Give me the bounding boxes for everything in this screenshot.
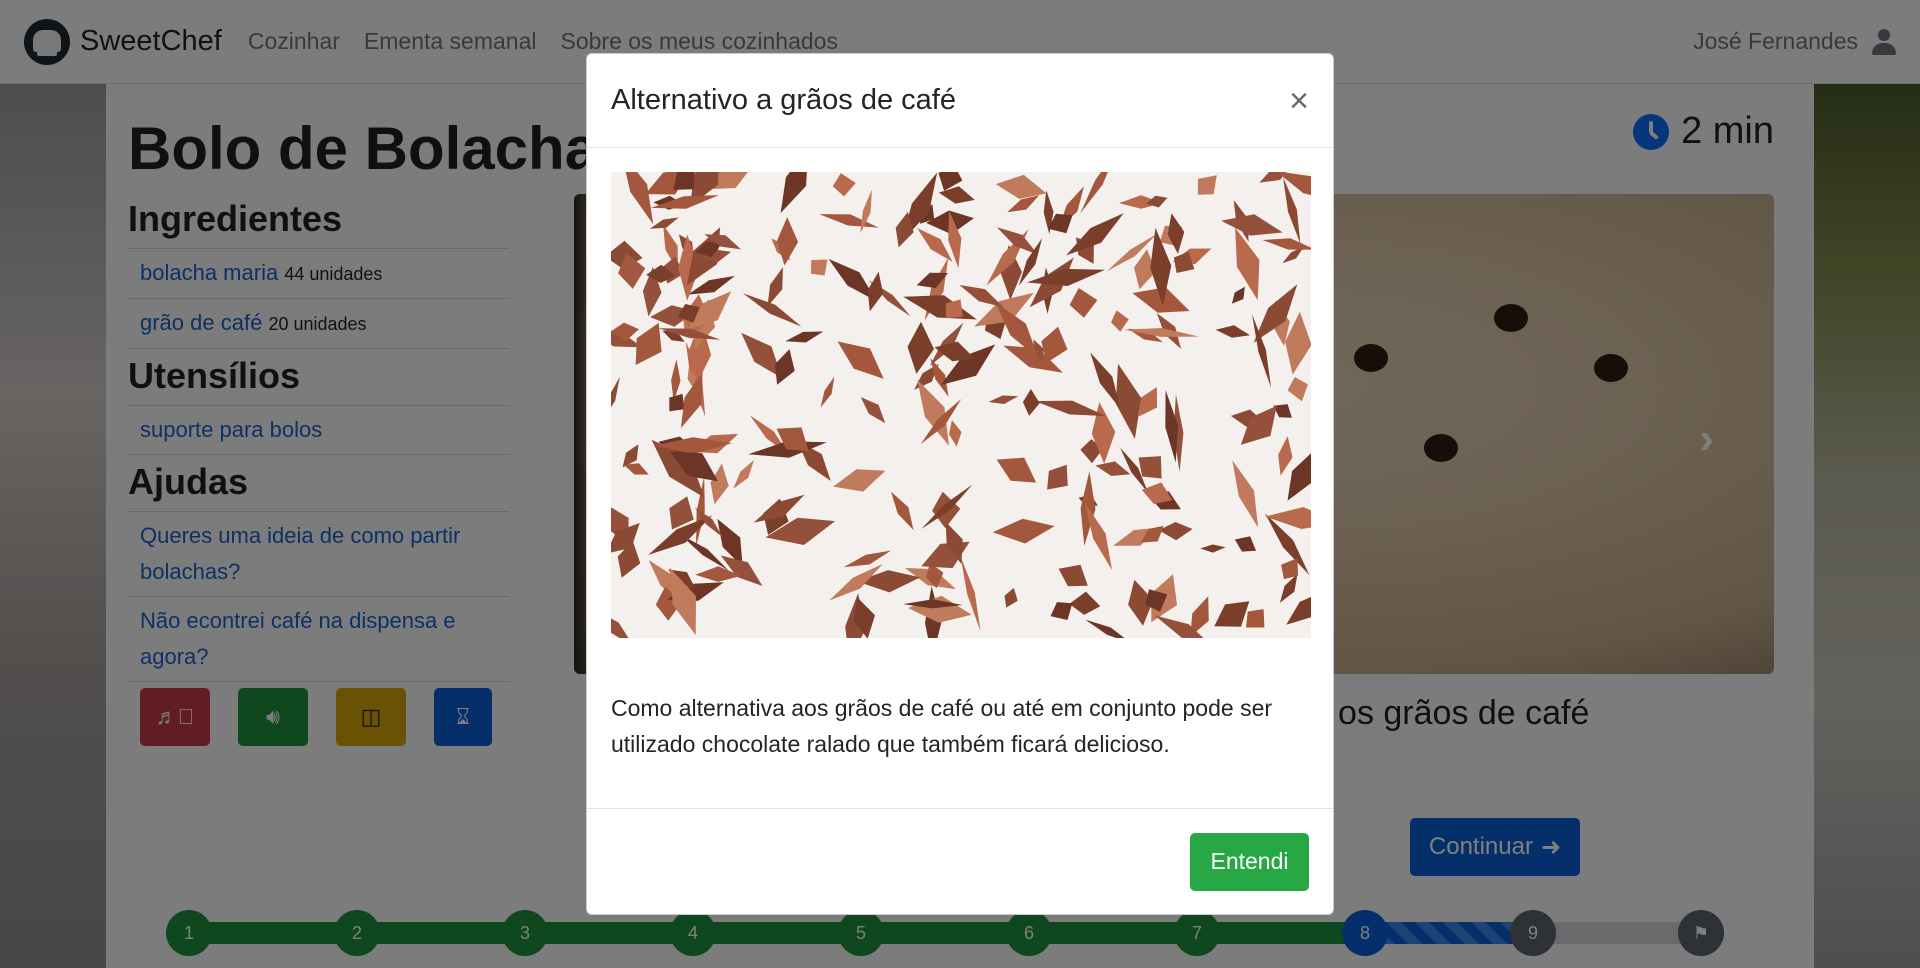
chocolate-shard [1138,456,1162,479]
chocolate-shard [1246,609,1265,628]
confirm-button[interactable]: Entendi [1190,832,1309,891]
grated-chocolate-image [611,172,1311,638]
chocolate-shard [811,259,828,276]
modal-header: Alternativo a grãos de café × [587,54,1333,148]
modal-text: Como alternativa aos grãos de café ou at… [611,695,1273,757]
modal-body: Como alternativa aos grãos de café ou at… [587,148,1333,786]
modal-footer: Entendi [587,808,1333,914]
close-icon[interactable]: × [1289,84,1309,118]
alternative-modal: Alternativo a grãos de café × Como alter… [586,53,1334,915]
chocolate-shavings-illustration [611,172,1311,638]
modal-title: Alternativo a grãos de café [611,84,956,116]
